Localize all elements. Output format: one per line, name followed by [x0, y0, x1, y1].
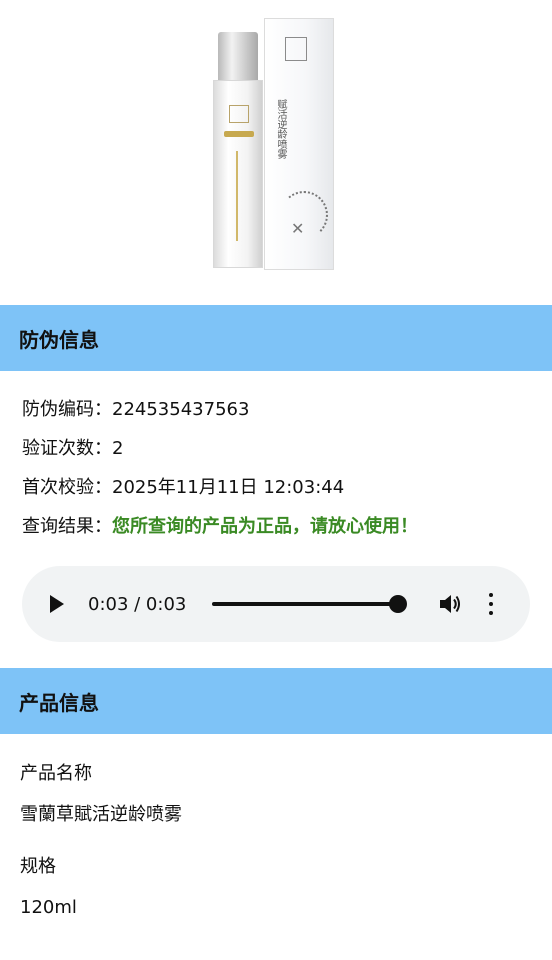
brand-logo [229, 105, 249, 123]
bottle-body [213, 80, 263, 268]
row-label: 防伪编码： [22, 399, 112, 420]
row-label: 查询结果： [22, 516, 112, 537]
bottle-gold-band [224, 131, 254, 137]
verify-count-row: 验证次数：2 [22, 429, 530, 468]
security-code-value: 224535437563 [112, 399, 250, 420]
bottle-illustration [213, 32, 263, 268]
first-check-row: 首次校验：2025年11月11日 12:03:44 [22, 468, 530, 507]
product-info: 产品名称 雪蘭草賦活逆龄喷雾 规格 120ml [0, 762, 552, 920]
box-cross-decoration: ✕ [291, 219, 305, 238]
audio-progress-track[interactable] [212, 602, 398, 606]
volume-icon[interactable] [438, 593, 462, 615]
more-options-icon[interactable] [488, 593, 494, 615]
security-section-title: 防伪信息 [19, 327, 99, 352]
first-check-value: 2025年11月11日 12:03:44 [112, 477, 345, 498]
box-logo [285, 37, 307, 61]
query-result-value: 您所查询的产品为正品，请放心使用！ [112, 516, 418, 537]
play-icon[interactable] [50, 595, 64, 613]
query-result-row: 查询结果：您所查询的产品为正品，请放心使用！ [22, 507, 530, 546]
security-info: 防伪编码：224535437563 验证次数：2 首次校验：2025年11月11… [0, 371, 552, 546]
row-label: 首次校验： [22, 477, 112, 498]
security-section-header: 防伪信息 [0, 305, 552, 371]
security-code-row: 防伪编码：224535437563 [22, 390, 530, 429]
row-label: 验证次数： [22, 438, 112, 459]
box-illustration: 赋活逆龄喷雾 ✕ [264, 18, 334, 270]
product-name-label: 产品名称 [20, 763, 92, 784]
spec-value: 120ml [20, 897, 77, 918]
product-section-header: 产品信息 [0, 668, 552, 734]
box-text: 赋活逆龄喷雾 [275, 99, 286, 159]
spec-label: 规格 [20, 856, 56, 877]
bottle-cap [218, 32, 258, 80]
audio-progress-thumb[interactable] [389, 595, 407, 613]
product-name-value: 雪蘭草賦活逆龄喷雾 [20, 804, 182, 825]
bottle-label [236, 151, 244, 241]
audio-time: 0:03 / 0:03 [88, 593, 187, 615]
product-section-title: 产品信息 [19, 690, 99, 715]
product-image: 赋活逆龄喷雾 ✕ [0, 0, 552, 305]
verify-count-value: 2 [112, 438, 124, 459]
audio-player[interactable]: 0:03 / 0:03 [22, 566, 530, 642]
